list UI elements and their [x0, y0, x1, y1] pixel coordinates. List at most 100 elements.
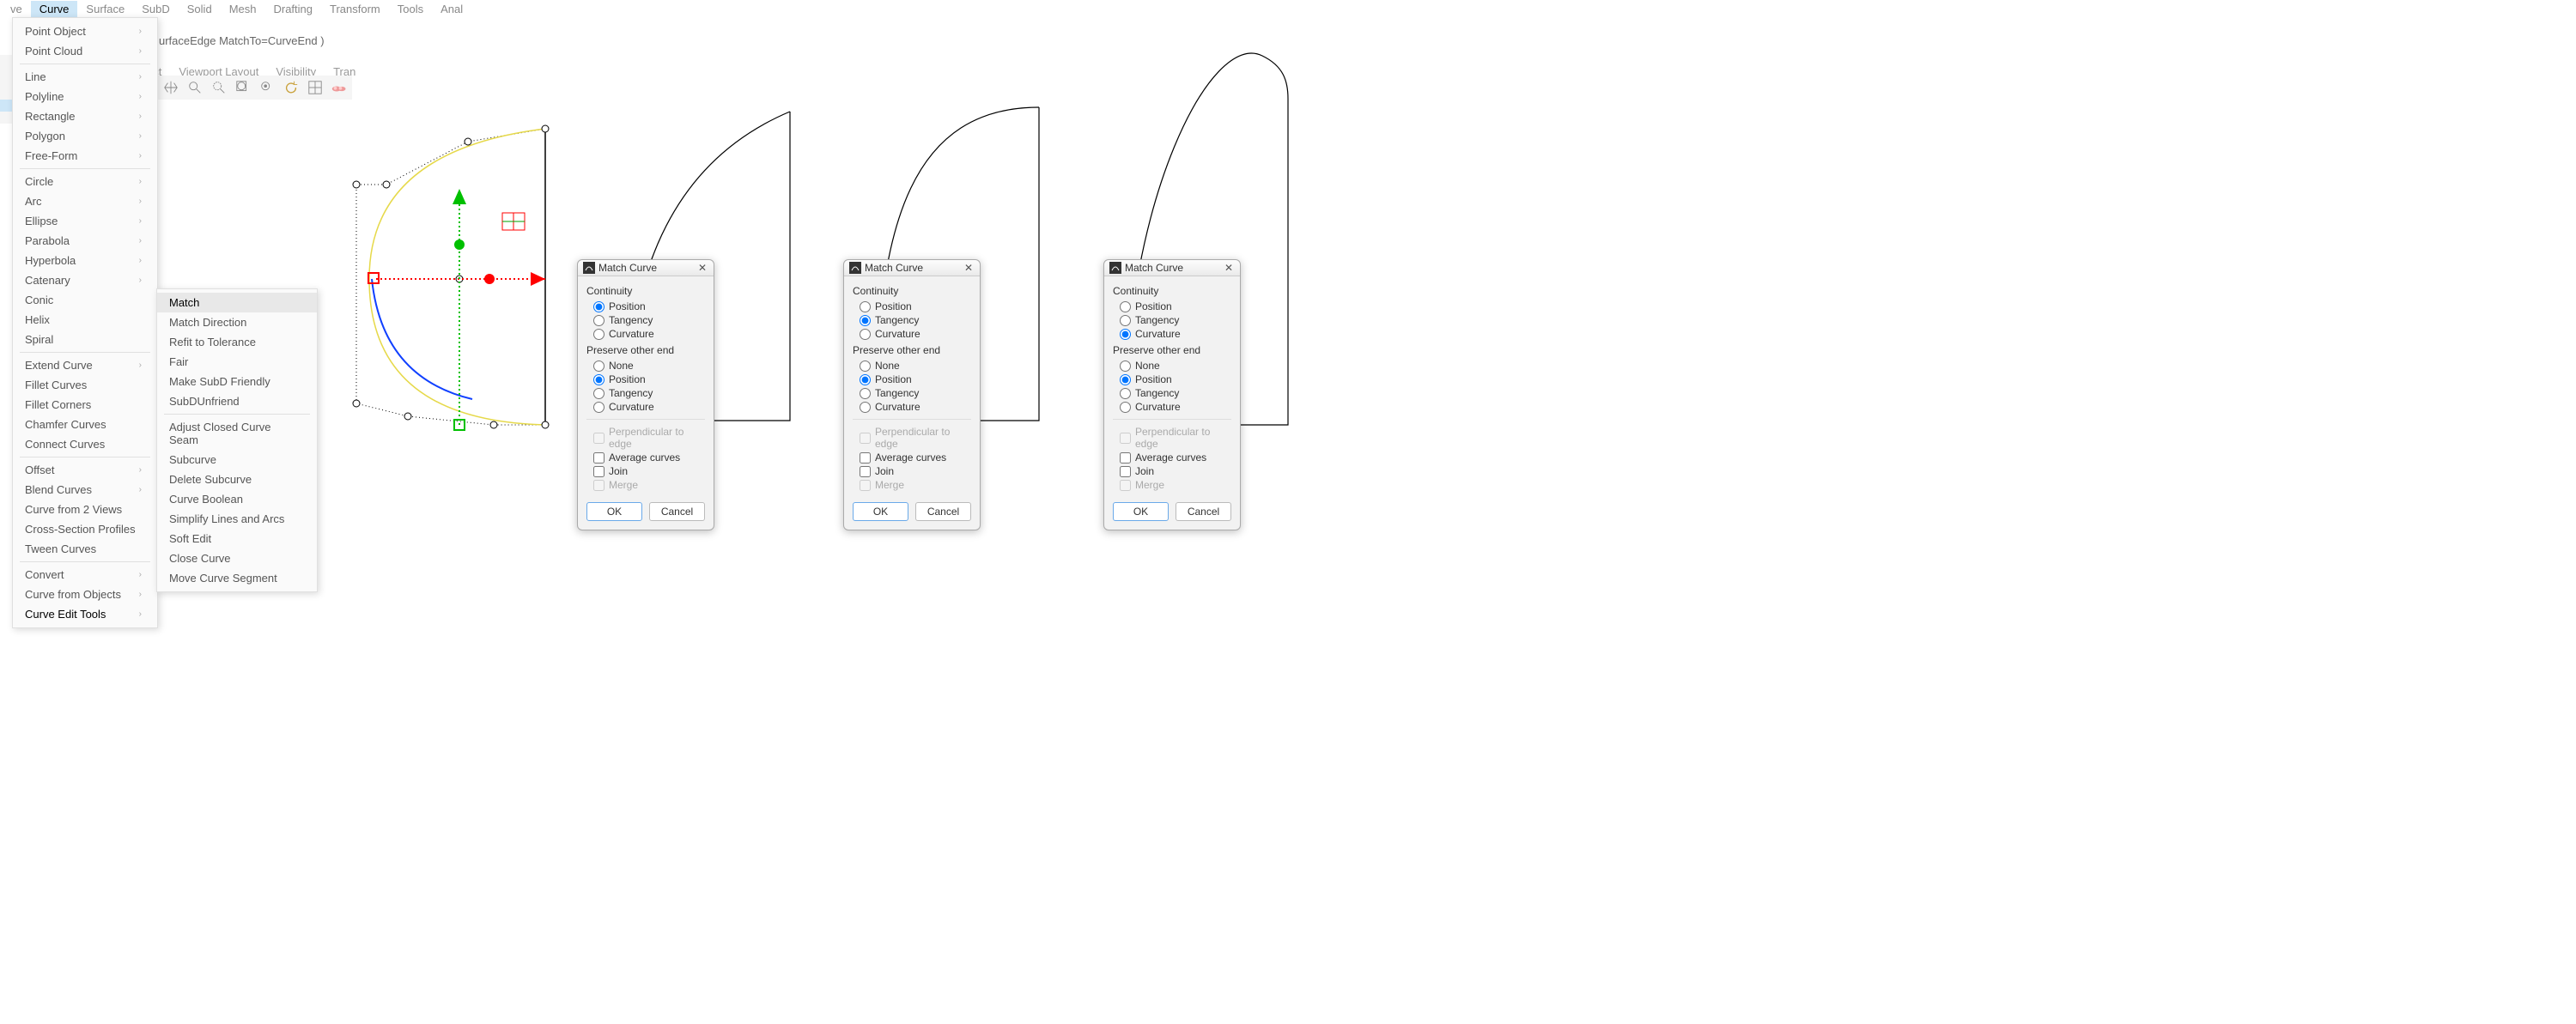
check-average-curves[interactable]: Average curves	[586, 451, 705, 464]
menu-item-polygon[interactable]: Polygon›	[13, 126, 157, 146]
radio-tangency[interactable]: Tangency	[586, 386, 705, 400]
radio-position[interactable]: Position	[853, 373, 971, 386]
menubar-item-curve[interactable]: Curve	[31, 1, 78, 17]
menubar-item-solid[interactable]: Solid	[179, 1, 221, 17]
cancel-button[interactable]: Cancel	[915, 502, 971, 521]
grid-icon[interactable]	[306, 78, 325, 97]
cancel-button[interactable]: Cancel	[649, 502, 705, 521]
menu-item-fillet-curves[interactable]: Fillet Curves	[13, 375, 157, 395]
menu-item-parabola[interactable]: Parabola›	[13, 231, 157, 251]
menu-item-simplify-lines-and-arcs[interactable]: Simplify Lines and Arcs	[157, 509, 317, 529]
menu-item-curve-edit-tools[interactable]: Curve Edit Tools›	[13, 604, 157, 624]
menu-item-make-subd-friendly[interactable]: Make SubD Friendly	[157, 372, 317, 391]
menu-item-subcurve[interactable]: Subcurve	[157, 450, 317, 470]
radio-curvature[interactable]: Curvature	[853, 400, 971, 414]
menubar-item-subd[interactable]: SubD	[133, 1, 179, 17]
render-icon[interactable]	[330, 78, 349, 97]
menu-item-catenary[interactable]: Catenary›	[13, 270, 157, 290]
menubar-item-surface[interactable]: Surface	[77, 1, 133, 17]
dialog-titlebar[interactable]: Match Curve✕	[578, 260, 714, 276]
radio-tangency[interactable]: Tangency	[1113, 313, 1231, 327]
menubar-item-drafting[interactable]: Drafting	[264, 1, 321, 17]
menu-item-tween-curves[interactable]: Tween Curves	[13, 539, 157, 559]
menu-item-match[interactable]: Match	[157, 293, 317, 312]
menubar-item-transform[interactable]: Transform	[321, 1, 389, 17]
menu-item-point-object[interactable]: Point Object›	[13, 21, 157, 41]
menu-item-free-form[interactable]: Free-Form›	[13, 146, 157, 166]
check-join[interactable]: Join	[586, 464, 705, 478]
ok-button[interactable]: OK	[853, 502, 908, 521]
menubar-item-mesh[interactable]: Mesh	[221, 1, 265, 17]
menubar-item-tools[interactable]: Tools	[389, 1, 432, 17]
close-icon[interactable]: ✕	[1223, 262, 1235, 274]
menu-item-arc[interactable]: Arc›	[13, 191, 157, 211]
menubar-item-prev[interactable]: ve	[2, 1, 31, 17]
menu-item-curve-from-objects[interactable]: Curve from Objects›	[13, 585, 157, 604]
radio-curvature[interactable]: Curvature	[586, 327, 705, 341]
menu-item-extend-curve[interactable]: Extend Curve›	[13, 355, 157, 375]
radio-curvature[interactable]: Curvature	[1113, 400, 1231, 414]
radio-position[interactable]: Position	[1113, 300, 1231, 313]
menu-item-line[interactable]: Line›	[13, 67, 157, 87]
menu-item-helix[interactable]: Helix	[13, 310, 157, 330]
menu-item-refit-to-tolerance[interactable]: Refit to Tolerance	[157, 332, 317, 352]
zoom-selected-icon[interactable]	[258, 78, 276, 97]
menu-item-spiral[interactable]: Spiral	[13, 330, 157, 349]
menu-item-fillet-corners[interactable]: Fillet Corners	[13, 395, 157, 415]
radio-curvature[interactable]: Curvature	[853, 327, 971, 341]
zoom-icon[interactable]	[185, 78, 204, 97]
menu-item-close-curve[interactable]: Close Curve	[157, 548, 317, 568]
radio-tangency[interactable]: Tangency	[853, 313, 971, 327]
menu-item-subdunfriend[interactable]: SubDUnfriend	[157, 391, 317, 411]
check-average-curves[interactable]: Average curves	[853, 451, 971, 464]
check-join[interactable]: Join	[853, 464, 971, 478]
zoom-window-icon[interactable]	[210, 78, 228, 97]
menu-item-point-cloud[interactable]: Point Cloud›	[13, 41, 157, 61]
close-icon[interactable]: ✕	[963, 262, 975, 274]
menu-item-delete-subcurve[interactable]: Delete Subcurve	[157, 470, 317, 489]
gutter-selection[interactable]	[0, 100, 12, 112]
check-average-curves[interactable]: Average curves	[1113, 451, 1231, 464]
menu-item-cross-section-profiles[interactable]: Cross-Section Profiles	[13, 519, 157, 539]
radio-none[interactable]: None	[853, 359, 971, 373]
undo-view-icon[interactable]	[282, 78, 301, 97]
radio-tangency[interactable]: Tangency	[1113, 386, 1231, 400]
menu-item-chamfer-curves[interactable]: Chamfer Curves	[13, 415, 157, 434]
radio-curvature[interactable]: Curvature	[1113, 327, 1231, 341]
pan-icon[interactable]	[161, 78, 180, 97]
menu-item-circle[interactable]: Circle›	[13, 172, 157, 191]
menu-item-match-direction[interactable]: Match Direction	[157, 312, 317, 332]
menubar-item-analyze[interactable]: Anal	[432, 1, 471, 17]
menu-item-soft-edit[interactable]: Soft Edit	[157, 529, 317, 548]
zoom-extents-icon[interactable]	[234, 78, 252, 97]
menu-item-move-curve-segment[interactable]: Move Curve Segment	[157, 568, 317, 588]
radio-position[interactable]: Position	[586, 373, 705, 386]
menu-item-ellipse[interactable]: Ellipse›	[13, 211, 157, 231]
menu-item-adjust-closed-curve-seam[interactable]: Adjust Closed Curve Seam	[157, 417, 317, 450]
radio-none[interactable]: None	[586, 359, 705, 373]
menu-item-rectangle[interactable]: Rectangle›	[13, 106, 157, 126]
dialog-titlebar[interactable]: Match Curve✕	[844, 260, 980, 276]
menu-item-blend-curves[interactable]: Blend Curves›	[13, 480, 157, 500]
dialog-titlebar[interactable]: Match Curve✕	[1104, 260, 1240, 276]
menu-item-conic[interactable]: Conic	[13, 290, 157, 310]
radio-tangency[interactable]: Tangency	[586, 313, 705, 327]
command-line[interactable]: urfaceEdge MatchTo=CurveEnd )	[159, 34, 325, 47]
radio-none[interactable]: None	[1113, 359, 1231, 373]
radio-tangency[interactable]: Tangency	[853, 386, 971, 400]
menu-item-curve-boolean[interactable]: Curve Boolean	[157, 489, 317, 509]
close-icon[interactable]: ✕	[696, 262, 708, 274]
menu-item-convert[interactable]: Convert›	[13, 565, 157, 585]
menu-item-hyperbola[interactable]: Hyperbola›	[13, 251, 157, 270]
cancel-button[interactable]: Cancel	[1176, 502, 1231, 521]
menu-item-polyline[interactable]: Polyline›	[13, 87, 157, 106]
ok-button[interactable]: OK	[586, 502, 642, 521]
radio-position[interactable]: Position	[1113, 373, 1231, 386]
menu-item-curve-from-2-views[interactable]: Curve from 2 Views	[13, 500, 157, 519]
menu-item-connect-curves[interactable]: Connect Curves	[13, 434, 157, 454]
radio-curvature[interactable]: Curvature	[586, 400, 705, 414]
menu-item-offset[interactable]: Offset›	[13, 460, 157, 480]
radio-position[interactable]: Position	[586, 300, 705, 313]
menu-item-fair[interactable]: Fair	[157, 352, 317, 372]
check-join[interactable]: Join	[1113, 464, 1231, 478]
